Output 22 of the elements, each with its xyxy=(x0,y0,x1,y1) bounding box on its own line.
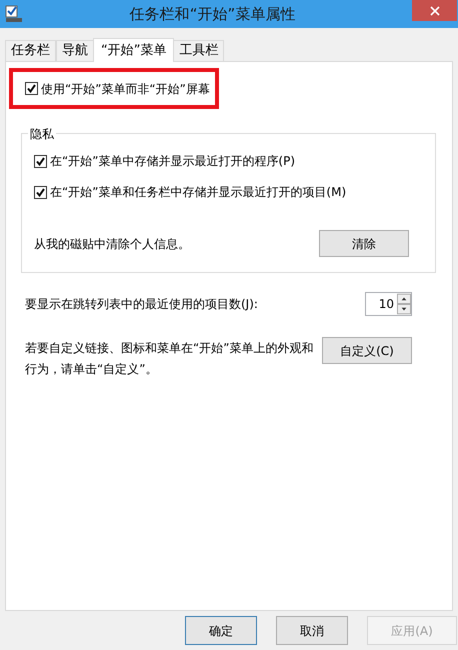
checkbox[interactable] xyxy=(25,82,38,95)
checkbox-label[interactable]: 使用“开始”菜单而非“开始”屏幕 xyxy=(41,80,210,98)
close-button[interactable] xyxy=(412,0,457,21)
tab[interactable]: 工具栏 xyxy=(173,40,224,61)
tab[interactable]: “开始”菜单 xyxy=(93,38,174,62)
close-icon xyxy=(430,6,440,16)
setting-label: 要显示在跳转列表中的最近使用的项目数(J): xyxy=(25,296,258,313)
app-icon xyxy=(5,5,23,23)
customize-button[interactable]: 自定义(C) xyxy=(322,337,412,364)
tab[interactable]: 导航 xyxy=(56,40,94,61)
info-text: 若要自定义链接、图标和菜单在“开始”菜单上的外观和行为，请单击“自定义”。 xyxy=(25,340,314,378)
clear-button[interactable]: 清除 xyxy=(319,230,409,257)
dialog-button[interactable]: 确定 xyxy=(185,616,257,645)
checkbox[interactable] xyxy=(34,154,47,168)
info-text: 从我的磁贴中清除个人信息。 xyxy=(34,236,190,252)
tab[interactable]: 任务栏 xyxy=(5,40,56,61)
checkbox[interactable] xyxy=(34,186,47,198)
dialog-button[interactable]: 取消 xyxy=(276,616,348,645)
checkbox-label[interactable]: 在“开始”菜单和任务栏中存储并显示最近打开的项目(M) xyxy=(50,183,346,201)
group-title: 隐私 xyxy=(28,125,56,143)
checkbox-label[interactable]: 在“开始”菜单中存储并显示最近打开的程序(P) xyxy=(50,152,296,170)
window-title: 任务栏和“开始”菜单属性 xyxy=(128,4,296,25)
